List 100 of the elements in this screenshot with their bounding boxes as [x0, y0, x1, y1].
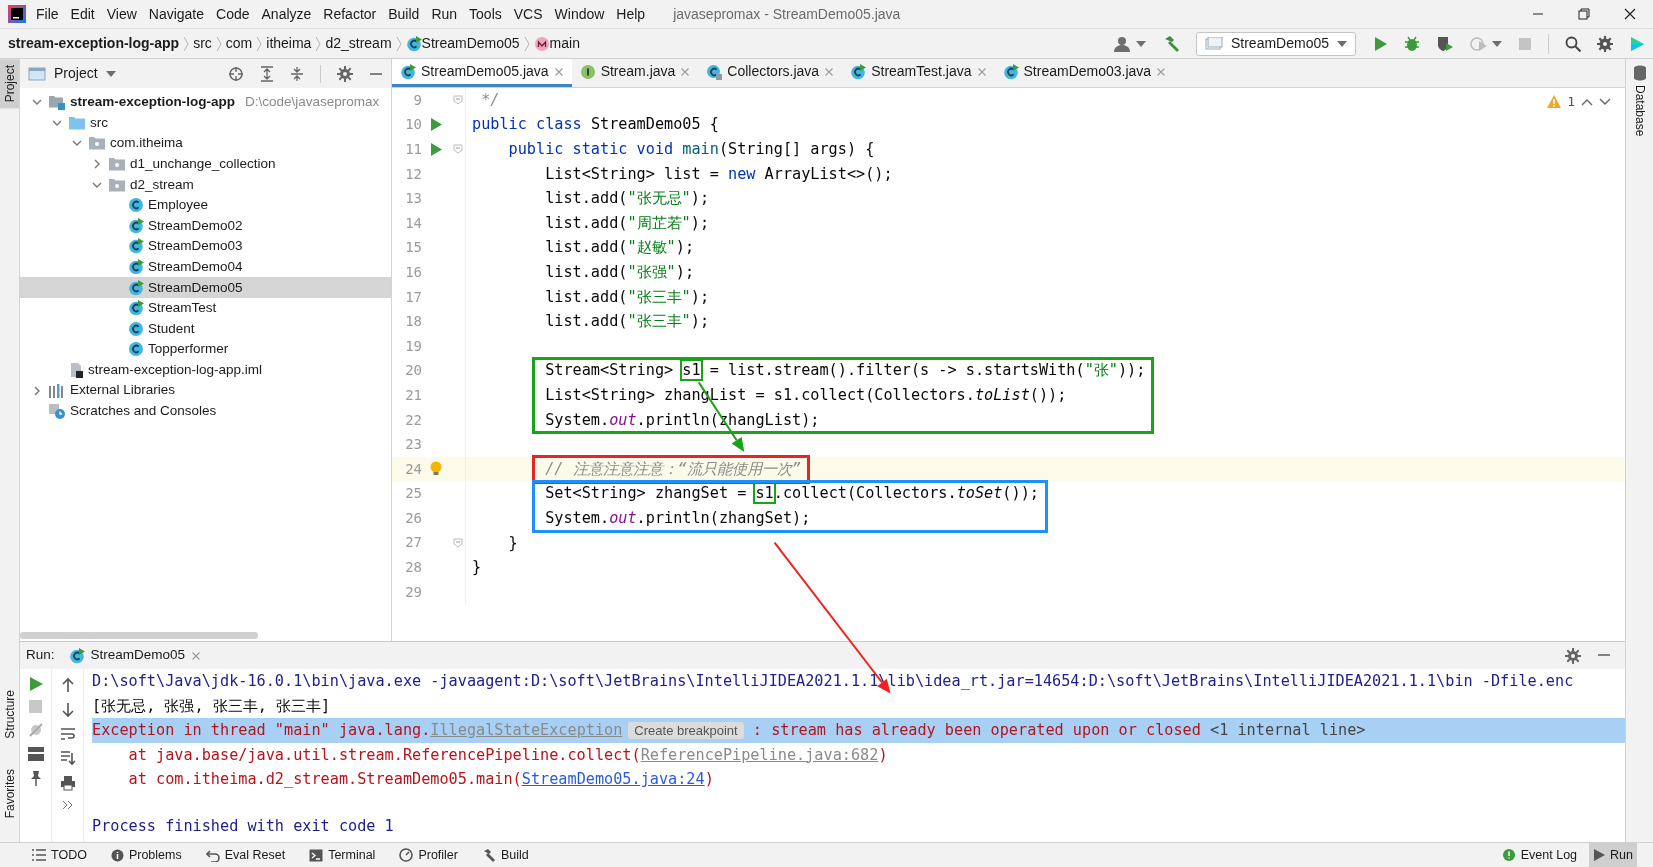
tool-window-tab[interactable]: Project	[0, 59, 19, 109]
soft-wrap-icon[interactable]	[59, 727, 76, 741]
tree-item[interactable]: External Libraries	[20, 380, 391, 401]
runnable-class-icon	[405, 35, 422, 52]
restore-icon[interactable]	[1578, 8, 1590, 20]
caret-icon[interactable]	[1337, 40, 1347, 47]
editor-tab[interactable]: Collectors.java	[698, 59, 843, 87]
tree-item[interactable]: src	[20, 112, 391, 134]
runnable-class-icon	[400, 63, 416, 80]
menu-item[interactable]: Code	[210, 3, 256, 25]
caret-icon[interactable]	[105, 70, 116, 77]
tool-window-tab[interactable]: Database	[1628, 81, 1651, 141]
tree-item[interactable]: StreamDemo04	[20, 256, 391, 278]
editor-tab[interactable]: Stream.java	[571, 59, 699, 87]
menu-item[interactable]: Refactor	[317, 3, 383, 25]
breadcrumb[interactable]: main	[549, 33, 580, 54]
run-icon	[1593, 849, 1606, 861]
tree-item[interactable]: stream-exception-log-app D:\code\javasepromax	[20, 92, 391, 113]
menu-item[interactable]: Run	[425, 3, 464, 25]
tool-window-button[interactable]: Build	[478, 843, 533, 867]
tree-item[interactable]: StreamDemo03	[20, 236, 391, 257]
menu-item[interactable]: Analyze	[255, 3, 318, 25]
tree-item[interactable]: StreamDemo02	[20, 215, 391, 237]
menu-item[interactable]: VCS	[507, 3, 549, 25]
tree-item[interactable]: StreamDemo05	[20, 277, 391, 298]
menu-item[interactable]: Navigate	[142, 3, 211, 25]
menu-item[interactable]: Tools	[463, 3, 508, 25]
arrow-down-icon[interactable]	[60, 702, 75, 718]
code-line: list.add("张三丰");	[544, 311, 710, 333]
chevron-icon	[183, 34, 190, 53]
chevron-down-icon[interactable]	[1599, 97, 1611, 106]
close-icon[interactable]	[1624, 8, 1636, 20]
menu-item[interactable]: Build	[382, 3, 426, 25]
tree-item[interactable]: d2_stream	[20, 174, 391, 195]
tool-window-button[interactable]: Run	[1589, 843, 1637, 867]
scroll-to-end-icon[interactable]	[59, 750, 76, 766]
menu-item[interactable]: Window	[548, 3, 611, 25]
breadcrumb[interactable]: d2_stream	[325, 33, 392, 54]
chevron-up-icon[interactable]	[1581, 97, 1593, 106]
tool-window-button[interactable]: Profiler	[395, 843, 462, 867]
tool-window-button[interactable]: Problems	[106, 843, 186, 867]
menu-item[interactable]: Help	[610, 3, 652, 25]
arrow-up-icon[interactable]	[60, 677, 75, 693]
collapse-all-icon[interactable]	[290, 65, 304, 82]
settings-icon[interactable]	[1565, 647, 1581, 664]
caret-icon[interactable]	[1492, 40, 1502, 47]
tool-window-tab[interactable]: Favorites	[0, 762, 19, 824]
tree-item[interactable]: Employee	[20, 194, 391, 216]
bug-icon[interactable]	[1404, 35, 1420, 52]
settings-icon[interactable]	[337, 65, 353, 82]
run-icon[interactable]	[1372, 35, 1388, 52]
breadcrumb[interactable]: src	[193, 33, 212, 54]
editor-tab[interactable]: StreamDemo03.java	[994, 59, 1175, 87]
lightbulb-icon[interactable]	[430, 461, 442, 478]
menu-item[interactable]: View	[100, 3, 143, 25]
menu-item[interactable]: File	[30, 3, 65, 25]
editor-tab[interactable]: StreamTest.java	[842, 59, 995, 87]
breadcrumb[interactable]: StreamDemo05	[421, 33, 520, 54]
tree-item[interactable]: StreamTest	[20, 297, 391, 319]
breadcrumb[interactable]: itheima	[266, 33, 312, 54]
layout-icon[interactable]	[27, 747, 44, 761]
settings-icon[interactable]	[1597, 35, 1613, 52]
run-icon[interactable]	[430, 143, 442, 156]
search-icon[interactable]	[1565, 35, 1581, 52]
tree-item[interactable]: d1_unchange_collection	[20, 153, 391, 175]
run-icon[interactable]	[430, 118, 442, 132]
caret-icon[interactable]	[1135, 40, 1146, 47]
tree-item[interactable]: com.itheima	[20, 133, 391, 154]
more-icon[interactable]	[61, 800, 74, 810]
expand-all-icon[interactable]	[260, 65, 274, 82]
crosshair-icon[interactable]	[228, 65, 244, 82]
tool-window-button[interactable]: TODO	[28, 843, 91, 867]
run-tab[interactable]: StreamDemo05	[68, 645, 202, 666]
editor-tab[interactable]: StreamDemo05.java	[392, 59, 572, 87]
breadcrumb[interactable]: stream-exception-log-app	[8, 33, 180, 54]
tree-item[interactable]: Scratches and Consoles	[20, 400, 391, 422]
tool-window-button[interactable]: Terminal	[305, 843, 380, 867]
panel-icon	[28, 66, 46, 81]
scrollbar[interactable]	[20, 632, 258, 639]
line-number: 23	[404, 435, 422, 455]
breadcrumb[interactable]: com	[225, 33, 253, 54]
panel-title: Run:	[26, 646, 55, 665]
line-number: 24	[404, 459, 422, 479]
tool-window-tab[interactable]: Structure	[0, 683, 19, 745]
warning-count[interactable]: 1	[1567, 92, 1575, 112]
panel-title[interactable]: Project	[54, 63, 98, 84]
run-config-dropdown[interactable]: StreamDemo05	[1195, 31, 1356, 56]
coverage-icon[interactable]	[1436, 35, 1454, 52]
tree-item[interactable]: Topperformer	[20, 339, 391, 360]
rerun-icon[interactable]	[28, 677, 43, 691]
create-breakpoint-hint[interactable]: Create breakpoint	[628, 722, 744, 740]
tool-window-button[interactable]: Eval Reset	[201, 843, 290, 867]
tree-item[interactable]: stream-exception-log-app.iml	[20, 359, 391, 381]
tool-window-button[interactable]: Event Log	[1497, 843, 1582, 867]
menu-item[interactable]: Edit	[64, 3, 101, 25]
print-icon[interactable]	[59, 775, 76, 791]
user-icon[interactable]	[1113, 35, 1132, 52]
code-line: */	[480, 89, 500, 111]
console-link[interactable]: StreamDemo05.java:24	[521, 770, 705, 789]
tree-item[interactable]: Student	[20, 318, 391, 340]
